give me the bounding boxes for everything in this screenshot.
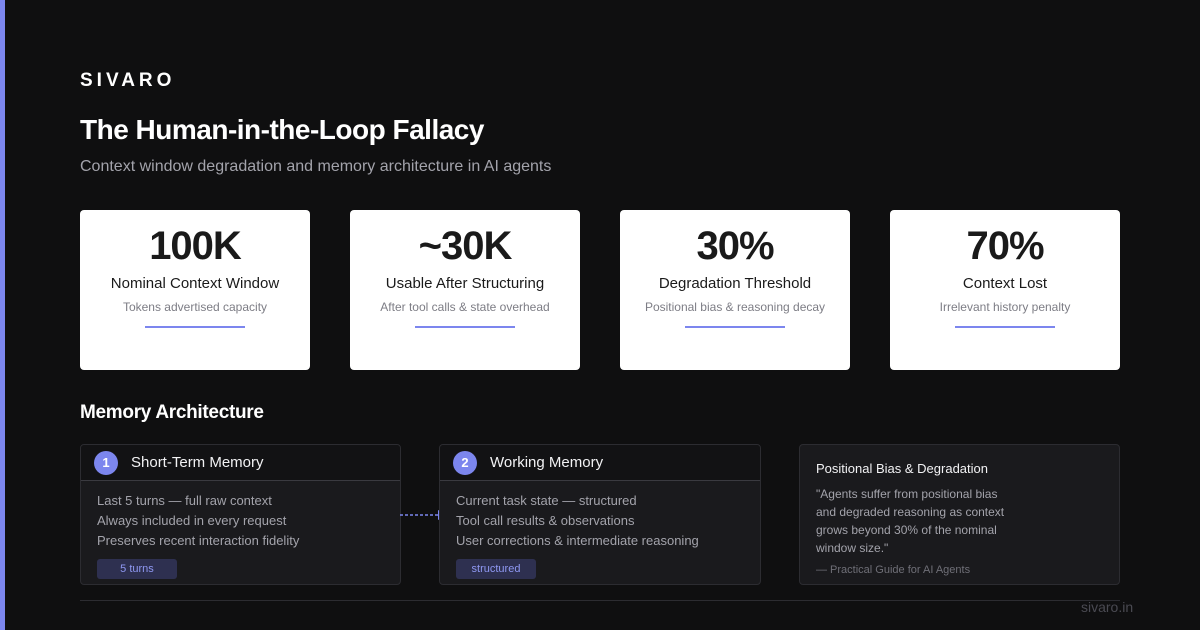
memory-tag-badge: 5 turns	[97, 559, 177, 579]
memory-card-body: Current task state — structured Tool cal…	[440, 481, 760, 579]
stat-card-nominal-context: 100K Nominal Context Window Tokens adver…	[80, 210, 310, 370]
stats-row: 100K Nominal Context Window Tokens adver…	[80, 210, 1120, 370]
section-title: Memory Architecture	[80, 402, 264, 423]
brand-logo: SIVARO	[80, 70, 176, 91]
stat-label: Usable After Structuring	[385, 275, 545, 292]
stat-description: Irrelevant history penalty	[939, 300, 1071, 314]
memory-item: Current task state — structured	[456, 493, 637, 508]
step-number-badge: 1	[94, 450, 118, 475]
quote-title: Positional Bias & Degradation	[816, 461, 988, 476]
footer-url: sivaro.in	[1081, 599, 1134, 615]
memory-card-title: Working Memory	[490, 454, 604, 471]
stat-label: Context Lost	[962, 275, 1048, 292]
stat-description: Tokens advertised capacity	[122, 300, 268, 314]
stat-card-degradation: 30% Degradation Threshold Positional bia…	[620, 210, 850, 370]
footer-divider	[80, 600, 1120, 601]
stat-label: Degradation Threshold	[658, 275, 812, 292]
memory-item: Tool call results & observations	[456, 513, 635, 528]
stat-value: 100K	[149, 224, 242, 268]
quote-text: "Agents suffer from positional bias and …	[816, 487, 1005, 555]
stat-label: Nominal Context Window	[110, 275, 280, 292]
memory-item: Preserves recent interaction fidelity	[97, 533, 300, 548]
quote-card: Positional Bias & Degradation "Agents su…	[799, 444, 1120, 585]
stat-underline	[955, 326, 1055, 328]
memory-card-header: 2 Working Memory	[440, 445, 760, 481]
memory-card-header: 1 Short-Term Memory	[81, 445, 400, 481]
memory-tag-badge: structured	[456, 559, 536, 579]
stat-underline	[685, 326, 785, 328]
stat-card-context-lost: 70% Context Lost Irrelevant history pena…	[890, 210, 1120, 370]
stat-card-usable: ~30K Usable After Structuring After tool…	[350, 210, 580, 370]
stat-description: After tool calls & state overhead	[380, 300, 550, 314]
stat-value: 30%	[696, 224, 774, 268]
memory-item: Always included in every request	[97, 513, 287, 528]
step-number-badge: 2	[453, 450, 477, 475]
memory-card-body: Last 5 turns — full raw context Always i…	[81, 481, 400, 579]
page-title: The Human-in-the-Loop Fallacy	[80, 114, 484, 145]
stat-description: Positional bias & reasoning decay	[644, 300, 826, 314]
page-subtitle: Context window degradation and memory ar…	[80, 158, 552, 175]
memory-item: User corrections & intermediate reasonin…	[456, 533, 699, 548]
stat-value: 70%	[966, 224, 1044, 268]
stat-underline	[415, 326, 515, 328]
stat-value: ~30K	[418, 224, 513, 268]
stat-underline	[145, 326, 245, 328]
left-accent-bar	[0, 0, 5, 630]
memory-card-working: 2 Working Memory Current task state — st…	[439, 444, 761, 585]
memory-card-title: Short-Term Memory	[131, 454, 264, 471]
memory-card-short-term: 1 Short-Term Memory Last 5 turns — full …	[80, 444, 401, 585]
quote-source: — Practical Guide for AI Agents	[816, 564, 971, 576]
memory-item: Last 5 turns — full raw context	[97, 493, 272, 508]
